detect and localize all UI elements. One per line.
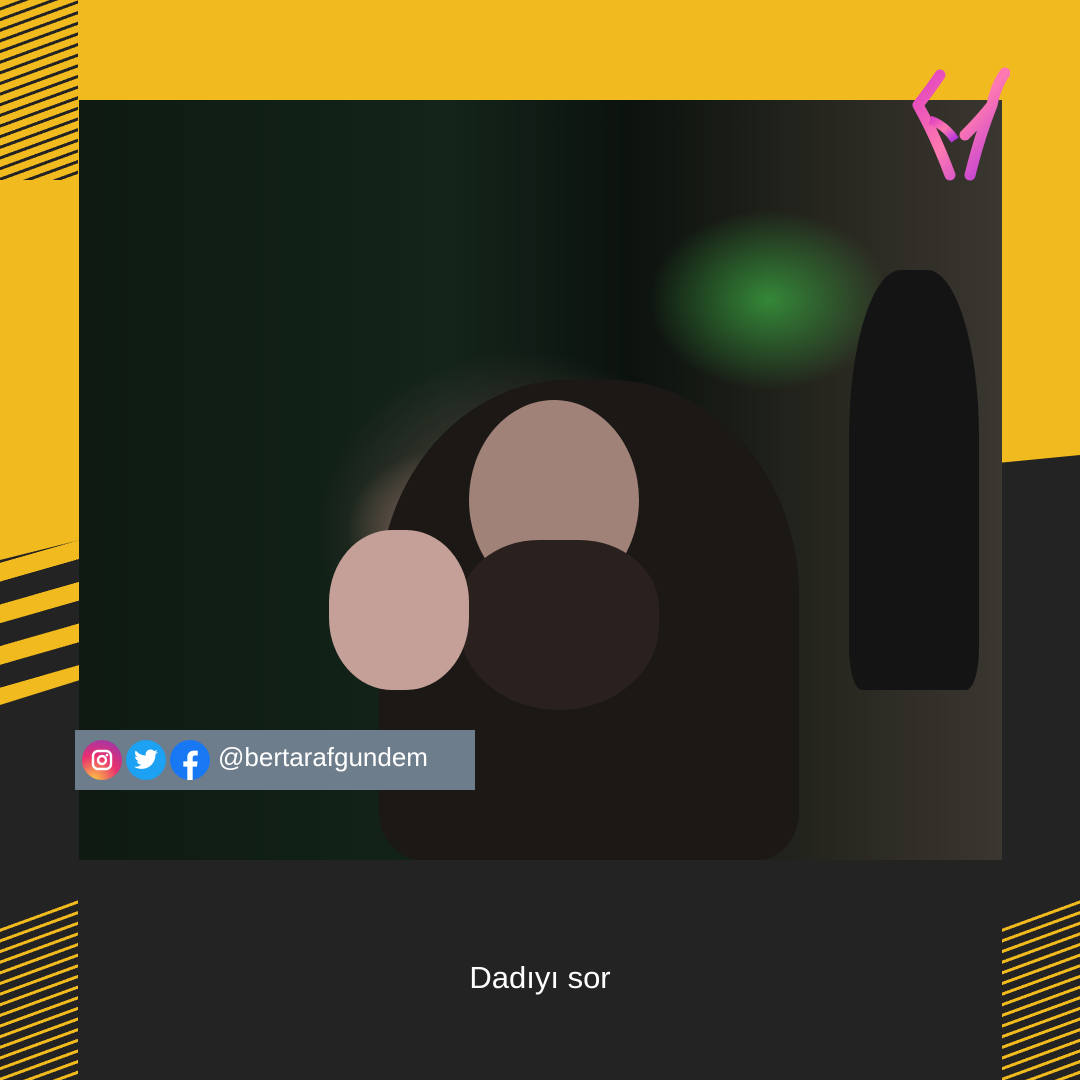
facebook-icon bbox=[170, 740, 210, 780]
instagram-icon bbox=[82, 740, 122, 780]
beard bbox=[459, 540, 659, 710]
deer-antler-logo bbox=[912, 67, 1010, 181]
corner-hatch-top-left bbox=[0, 0, 78, 180]
pointing-hand bbox=[329, 530, 469, 690]
twitter-icon bbox=[126, 740, 166, 780]
left-stripes bbox=[0, 540, 80, 705]
social-handle-bar: @bertarafgundem bbox=[75, 730, 475, 790]
post-caption: Dadıyı sor bbox=[469, 960, 611, 995]
gaming-chair bbox=[849, 270, 979, 690]
social-handle-text: @bertarafgundem bbox=[218, 741, 428, 772]
